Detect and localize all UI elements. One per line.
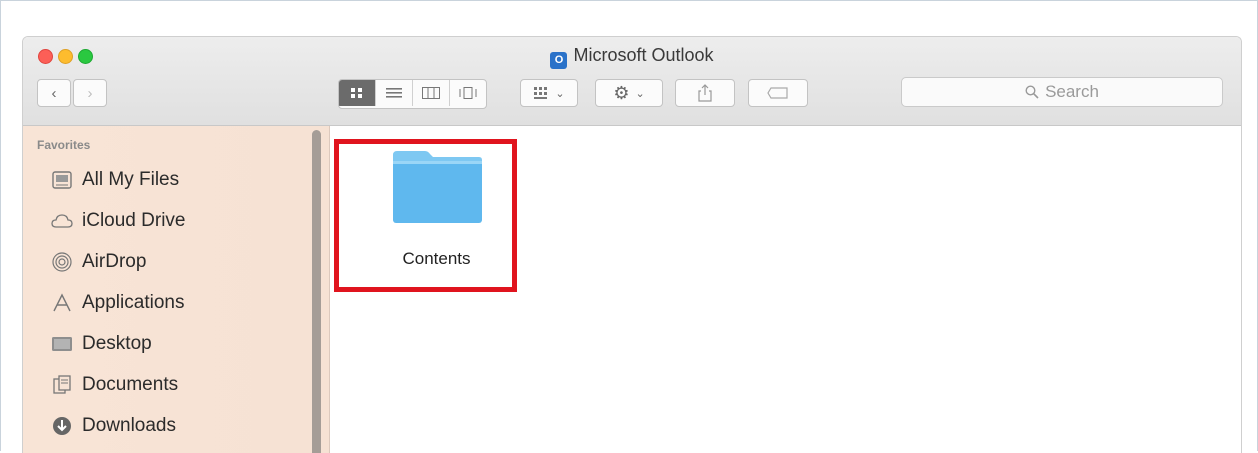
sidebar-item-label: Applications [82,292,185,313]
back-button[interactable]: ‹ [37,79,71,107]
search-field[interactable]: Search [901,77,1223,107]
share-button[interactable] [675,79,735,107]
desktop-icon [51,333,73,355]
sidebar-item-label: Downloads [82,415,176,436]
sidebar-item-documents[interactable]: Documents [51,371,178,399]
sidebar-item-label: iCloud Drive [82,210,186,231]
tag-icon [767,87,788,99]
chevron-right-icon: › [87,84,93,102]
action-button[interactable]: ⚙ ⌄ [595,79,663,107]
column-view-button[interactable] [413,80,450,106]
sidebar-heading-favorites: Favorites [37,138,91,152]
cover-flow-icon [459,87,477,99]
applications-icon [51,292,73,314]
sidebar-item-all-my-files[interactable]: All My Files [51,166,179,194]
downloads-icon [51,415,73,437]
sidebar-item-label: All My Files [82,169,180,190]
sidebar-item-label: AirDrop [82,251,147,272]
folder-label-contents[interactable]: Contents [360,249,513,269]
chevron-down-icon: ⌄ [635,87,645,100]
sidebar-item-label: Desktop [82,333,152,354]
forward-button[interactable]: › [73,79,107,107]
arrange-button[interactable]: ⌄ [520,79,578,107]
folder-icon[interactable] [391,149,484,225]
sidebar-item-icloud-drive[interactable]: iCloud Drive [51,207,185,235]
all-files-icon [51,169,73,191]
cloud-icon [51,210,73,232]
sidebar-item-airdrop[interactable]: AirDrop [51,248,146,276]
list-lines-icon [386,88,402,98]
icon-grid-icon [351,88,362,98]
sidebar-item-downloads[interactable]: Downloads [51,412,176,440]
sidebar-item-desktop[interactable]: Desktop [51,330,152,358]
columns-icon [422,87,440,99]
list-view-button[interactable] [376,80,413,106]
gear-icon: ⚙ [613,82,630,103]
tag-button[interactable] [748,79,808,107]
documents-icon [51,374,73,396]
share-icon [698,84,712,102]
airdrop-icon [51,251,73,273]
cover-flow-view-button[interactable] [450,80,486,106]
window-title: O Microsoft Outlook [23,45,1241,69]
sidebar-item-applications[interactable]: Applications [51,289,184,317]
sidebar: Favorites All My Files iCloud Drive AirD… [23,126,330,453]
search-placeholder: Search [1045,82,1099,101]
sidebar-item-label: Documents [82,374,179,395]
sidebar-scrollbar[interactable] [312,130,321,453]
chevron-left-icon: ‹ [51,84,57,102]
search-icon [1025,85,1039,99]
finder-window: O Microsoft Outlook ‹ › ⌄ ⚙ ⌄ Search Fav… [22,36,1242,453]
title-bar: O Microsoft Outlook ‹ › ⌄ ⚙ ⌄ Search [23,37,1241,126]
window-title-text: Microsoft Outlook [573,45,714,65]
outlook-icon: O [550,52,568,69]
view-mode-selector [338,79,487,109]
arrange-grid-icon [534,87,548,99]
icon-view-button[interactable] [339,80,376,106]
chevron-down-icon: ⌄ [555,87,565,100]
